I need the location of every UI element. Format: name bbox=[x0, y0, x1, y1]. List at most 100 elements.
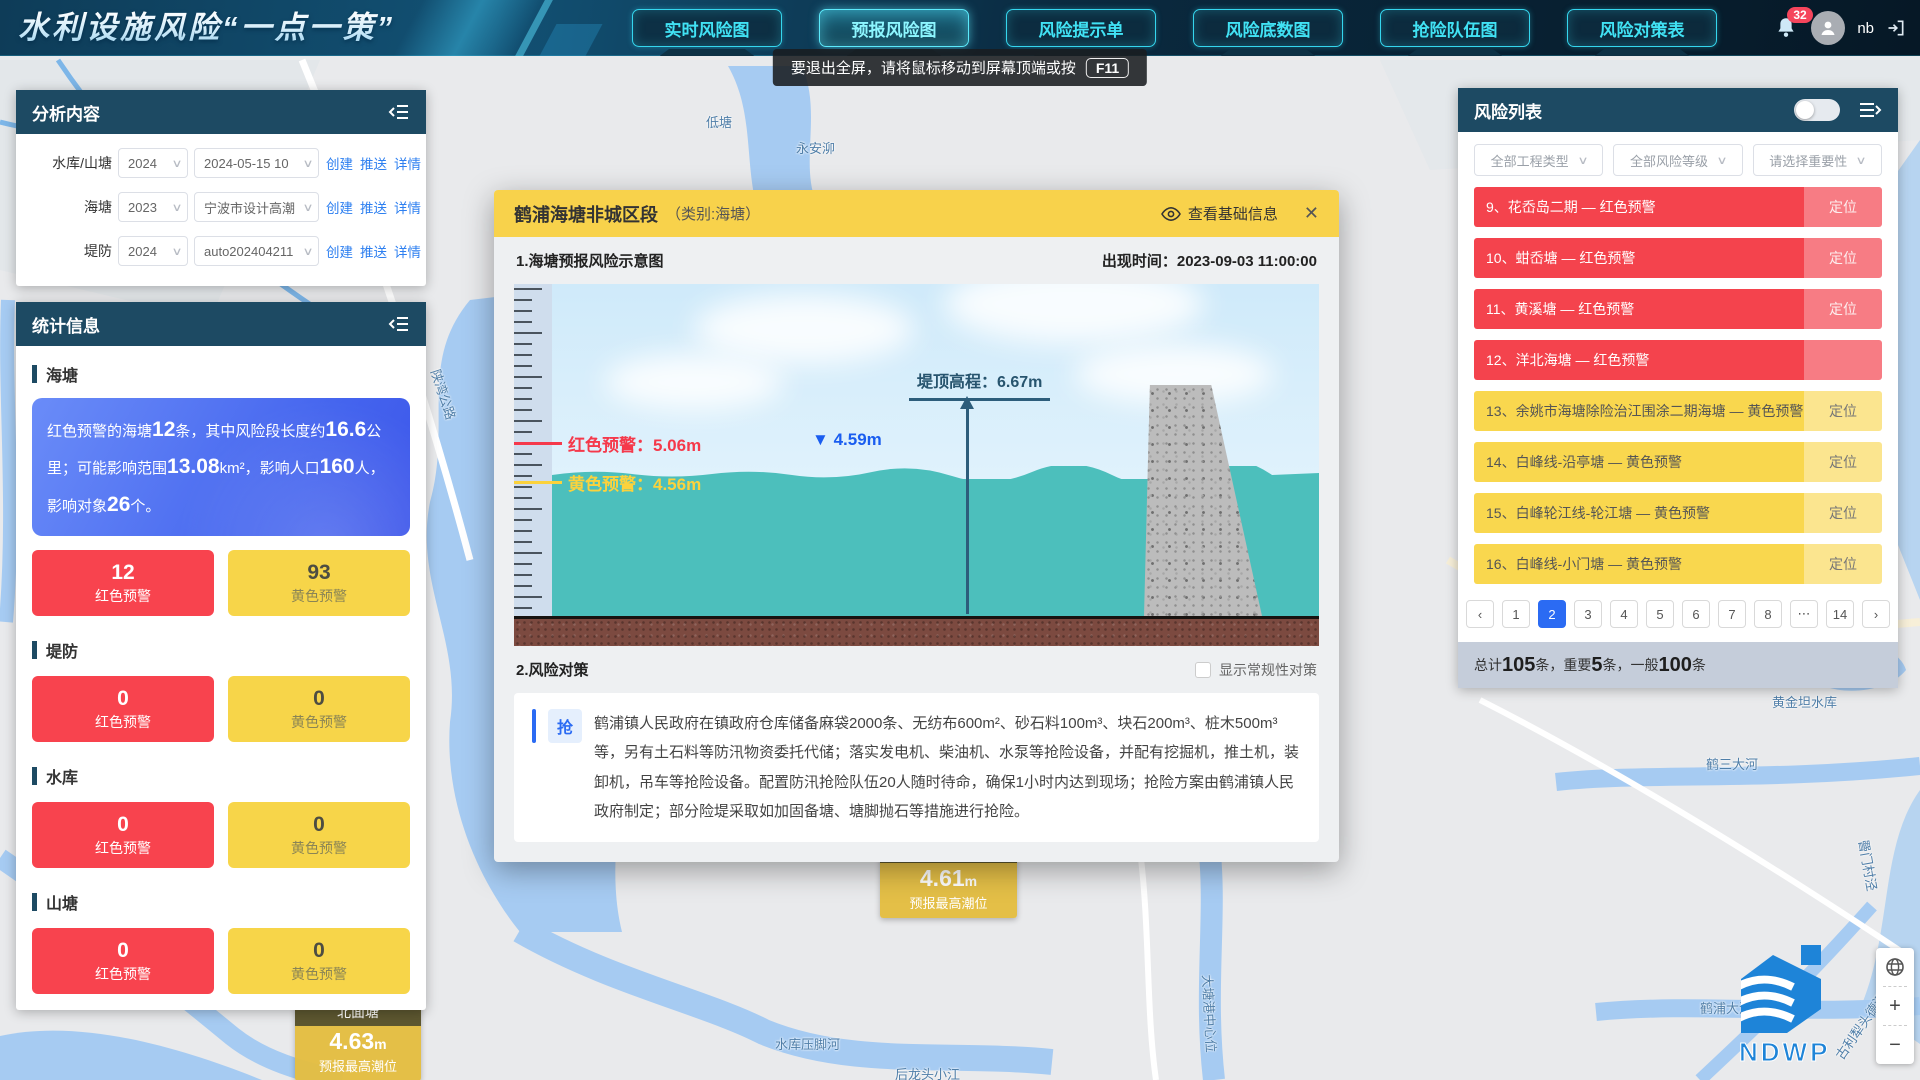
create-link[interactable]: 创建 bbox=[326, 153, 353, 173]
push-link[interactable]: 推送 bbox=[360, 241, 387, 261]
create-link[interactable]: 创建 bbox=[326, 197, 353, 217]
page-7[interactable]: 7 bbox=[1718, 600, 1746, 628]
rescue-tag: 抢 bbox=[548, 709, 582, 743]
risk-list-summary: 总计105条，重要5条，一般100条 bbox=[1458, 642, 1898, 688]
risk-list-item[interactable]: 15、白峰轮江线-轮江塘 — 黄色预警定位 bbox=[1474, 493, 1882, 533]
risk-list-item[interactable]: 9、花岙岛二期 — 红色预警定位 bbox=[1474, 187, 1882, 227]
detail-link[interactable]: 详情 bbox=[394, 241, 421, 261]
panel-title: 统计信息 bbox=[32, 312, 100, 337]
pond-red-warning-box[interactable]: 0 红色预警 bbox=[32, 928, 214, 994]
locate-button[interactable]: 定位 bbox=[1804, 238, 1882, 278]
reservoir-red-warning-box[interactable]: 0 红色预警 bbox=[32, 802, 214, 868]
zoom-in-button[interactable]: + bbox=[1883, 995, 1907, 1017]
risk-list-item[interactable]: 13、余姚市海塘除险治江围涂二期海塘 — 黄色预警定位 bbox=[1474, 391, 1882, 431]
pond-yellow-warning-box[interactable]: 0 黄色预警 bbox=[228, 928, 410, 994]
zoom-out-button[interactable]: − bbox=[1883, 1034, 1907, 1056]
risk-filters: 全部工程类型∨ 全部风险等级∨ 请选择重要性∨ bbox=[1474, 144, 1882, 176]
seawall-yellow-warning-box[interactable]: 93 黄色预警 bbox=[228, 550, 410, 616]
seawall-red-warning-box[interactable]: 12 红色预警 bbox=[32, 550, 214, 616]
checkbox[interactable] bbox=[1195, 662, 1211, 678]
close-icon[interactable]: ✕ bbox=[1304, 203, 1319, 224]
chevron-down-icon: ∨ bbox=[1577, 154, 1588, 167]
page-ellipsis[interactable]: ⋯ bbox=[1790, 600, 1818, 628]
app-title: 水利设施风险“一点一策” bbox=[18, 0, 395, 56]
page-8[interactable]: 8 bbox=[1754, 600, 1782, 628]
page-5[interactable]: 5 bbox=[1646, 600, 1674, 628]
nav-rescue-team-map[interactable]: 抢险队伍图 bbox=[1380, 9, 1530, 47]
group-title-seawall: 海塘 bbox=[32, 362, 410, 386]
seawall-detail-modal: 鹤浦海塘非城区段 （类别:海塘） 查看基础信息 ✕ 1.海塘预报风险示意图 出现… bbox=[494, 190, 1339, 862]
cloud bbox=[604, 354, 784, 410]
detail-link[interactable]: 详情 bbox=[394, 153, 421, 173]
dike-red-warning-box[interactable]: 0 红色预警 bbox=[32, 676, 214, 742]
nav-risk-notice-list[interactable]: 风险提示单 bbox=[1006, 9, 1156, 47]
locate-button[interactable] bbox=[1804, 340, 1882, 380]
reservoir-yellow-warning-box[interactable]: 0 黄色预警 bbox=[228, 802, 410, 868]
page-1[interactable]: 1 bbox=[1502, 600, 1530, 628]
plan-select[interactable]: auto202404211∨ bbox=[194, 236, 319, 266]
sort-list-icon[interactable] bbox=[1858, 101, 1882, 119]
risk-list-item[interactable]: 11、黄溪塘 — 红色预警定位 bbox=[1474, 289, 1882, 329]
layers-globe-icon[interactable] bbox=[1883, 956, 1907, 978]
locate-button[interactable]: 定位 bbox=[1804, 391, 1882, 431]
app-header: 水利设施风险“一点一策” 实时风险图 预报风险图 风险提示单 风险底数图 抢险队… bbox=[0, 0, 1920, 56]
map-place-label: 鹤三大河 bbox=[1706, 754, 1758, 773]
user-avatar[interactable] bbox=[1811, 11, 1845, 45]
risk-list-toggle[interactable] bbox=[1794, 99, 1840, 121]
detail-link[interactable]: 详情 bbox=[394, 197, 421, 217]
risk-level-filter[interactable]: 全部风险等级∨ bbox=[1613, 144, 1742, 176]
logout-icon[interactable] bbox=[1886, 18, 1906, 38]
nav-risk-base-map[interactable]: 风险底数图 bbox=[1193, 9, 1343, 47]
page-3[interactable]: 3 bbox=[1574, 600, 1602, 628]
push-link[interactable]: 推送 bbox=[360, 197, 387, 217]
show-regular-countermeasures[interactable]: 显示常规性对策 bbox=[1195, 660, 1317, 680]
importance-filter[interactable]: 请选择重要性∨ bbox=[1753, 144, 1882, 176]
page-14[interactable]: 14 bbox=[1826, 600, 1854, 628]
year-select[interactable]: 2024∨ bbox=[118, 236, 188, 266]
project-type-filter[interactable]: 全部工程类型∨ bbox=[1474, 144, 1603, 176]
notification-bell-icon[interactable]: 32 bbox=[1773, 15, 1799, 41]
collapse-left-icon[interactable] bbox=[388, 103, 410, 121]
risk-list-item[interactable]: 16、白峰线-小门塘 — 黄色预警定位 bbox=[1474, 544, 1882, 584]
risk-list-item[interactable]: 14、白峰线-沿亭塘 — 黄色预警定位 bbox=[1474, 442, 1882, 482]
locate-button[interactable]: 定位 bbox=[1804, 289, 1882, 329]
locate-button[interactable]: 定位 bbox=[1804, 442, 1882, 482]
locate-button[interactable]: 定位 bbox=[1804, 493, 1882, 533]
year-select[interactable]: 2023∨ bbox=[118, 192, 188, 222]
row-label: 堤防 bbox=[28, 241, 112, 261]
analysis-row-reservoir: 水库/山塘 2024∨ 2024-05-15 10∨ 创建 推送 详情 bbox=[16, 148, 426, 178]
page-6[interactable]: 6 bbox=[1682, 600, 1710, 628]
nav-realtime-risk-map[interactable]: 实时风险图 bbox=[632, 9, 782, 47]
modal-category: （类别:海塘） bbox=[666, 203, 760, 224]
view-basic-info-button[interactable]: 查看基础信息 bbox=[1161, 203, 1278, 224]
nav-risk-countermeasure-table[interactable]: 风险对策表 bbox=[1567, 9, 1717, 47]
group-title-reservoir: 水库 bbox=[32, 764, 410, 788]
logo-text: NDWP bbox=[1739, 1037, 1830, 1067]
analysis-row-dike: 堤防 2024∨ auto202404211∨ 创建 推送 详情 bbox=[16, 236, 426, 266]
plan-select[interactable]: 宁波市设计高潮∨ bbox=[194, 192, 319, 222]
locate-button[interactable]: 定位 bbox=[1804, 187, 1882, 227]
page-4[interactable]: 4 bbox=[1610, 600, 1638, 628]
page-2-active[interactable]: 2 bbox=[1538, 600, 1566, 628]
map-controls: + − bbox=[1876, 948, 1914, 1064]
collapse-left-icon[interactable] bbox=[388, 315, 410, 333]
nav-forecast-risk-map[interactable]: 预报风险图 bbox=[819, 9, 969, 47]
push-link[interactable]: 推送 bbox=[360, 153, 387, 173]
group-title-pond: 山塘 bbox=[32, 890, 410, 914]
risk-list-item[interactable]: 12、洋北海塘 — 红色预警 bbox=[1474, 340, 1882, 380]
cloud bbox=[694, 294, 914, 364]
plan-select[interactable]: 2024-05-15 10∨ bbox=[194, 148, 319, 178]
map-marker-beimiantang[interactable]: 北面塘 4.63m 预报最高潮位 bbox=[295, 998, 421, 1080]
map-place-label: 永安泖 bbox=[796, 138, 835, 157]
map-place-label: 低塘 bbox=[706, 112, 732, 131]
create-link[interactable]: 创建 bbox=[326, 241, 353, 261]
f11-key-hint: F11 bbox=[1086, 58, 1129, 78]
page-prev[interactable]: ‹ bbox=[1466, 600, 1494, 628]
year-select[interactable]: 2024∨ bbox=[118, 148, 188, 178]
dike-yellow-warning-box[interactable]: 0 黄色预警 bbox=[228, 676, 410, 742]
seawall-risk-diagram: 红色预警：5.06m 黄色预警：4.56m ▼ 4.59m 堤顶高程：6.67m bbox=[514, 284, 1319, 646]
page-next[interactable]: › bbox=[1862, 600, 1890, 628]
risk-list-item[interactable]: 10、蚶岙塘 — 红色预警定位 bbox=[1474, 238, 1882, 278]
locate-button[interactable]: 定位 bbox=[1804, 544, 1882, 584]
marker-value: 4.61m bbox=[888, 865, 1009, 893]
